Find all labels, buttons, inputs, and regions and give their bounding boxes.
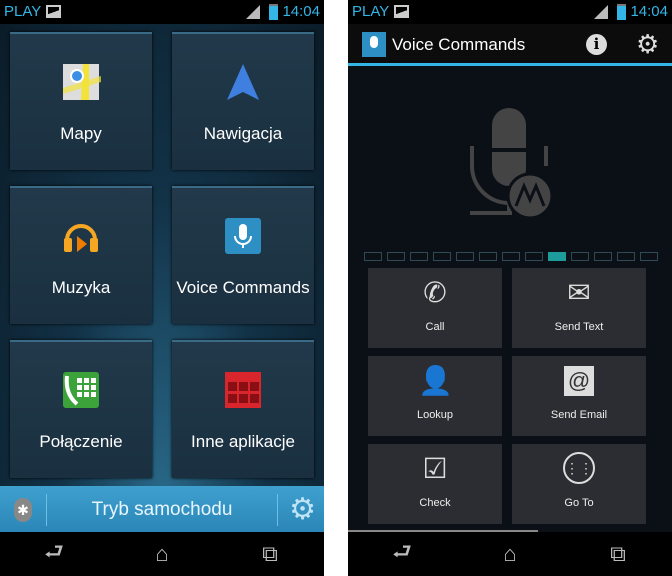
tile-label: Call	[425, 321, 445, 333]
tile-mapy[interactable]: Mapy	[10, 32, 152, 170]
home-icon[interactable]: ⌂	[142, 541, 182, 567]
command-call[interactable]: ✆ Call	[368, 268, 502, 348]
tile-polaczenie[interactable]: Połączenie	[10, 340, 152, 478]
image-notification-icon	[46, 5, 61, 18]
tile-label: Check	[419, 497, 451, 509]
status-bar: PLAY 14:04	[348, 0, 672, 24]
music-icon	[64, 224, 98, 252]
tile-nawigacja[interactable]: Nawigacja	[172, 32, 314, 170]
command-go-to[interactable]: ⋮⋮ Go To	[512, 444, 646, 524]
phone-icon: ✆	[423, 277, 447, 308]
home-icon[interactable]: ⌂	[490, 541, 530, 567]
envelope-icon: ✉	[567, 277, 591, 308]
person-icon: 👤	[418, 365, 453, 396]
maps-icon	[63, 64, 101, 100]
page-dot	[617, 252, 635, 261]
checkbox-icon: ☑	[422, 453, 448, 484]
battery-icon	[617, 4, 626, 20]
page-dot	[364, 252, 382, 261]
settings-gear-icon[interactable]: ⚙	[636, 29, 659, 60]
page-dot	[594, 252, 612, 261]
back-icon[interactable]: ⮐	[382, 535, 422, 573]
tile-inne-aplikacje[interactable]: Inne aplikacje	[172, 340, 314, 478]
navigation-bar: ⮐ ⌂ ⧉	[0, 532, 324, 576]
page-dot	[502, 252, 520, 261]
command-send-text[interactable]: ✉ Send Text	[512, 268, 646, 348]
carrier-label: PLAY	[4, 3, 42, 20]
settings-gear-icon[interactable]: ⚙	[289, 492, 316, 527]
tile-label: Go To	[564, 497, 594, 509]
navigation-bar: ⮐ ⌂ ⧉	[348, 532, 672, 576]
battery-icon	[269, 4, 278, 20]
phone-dialer-icon	[63, 372, 99, 408]
tile-label: Mapy	[60, 124, 102, 143]
tile-label: Inne aplikacje	[191, 432, 295, 451]
tile-label: Muzyka	[51, 278, 111, 297]
page-dot	[410, 252, 428, 261]
page-dot	[387, 252, 405, 261]
command-send-email[interactable]: @ Send Email	[512, 356, 646, 436]
car-mode-screen: PLAY 14:04 Mapy Nawigacja Muzyka Voice C…	[0, 0, 324, 576]
voice-commands-icon	[225, 218, 261, 254]
tile-voice-commands[interactable]: Voice Commands	[172, 186, 314, 324]
car-mode-bar: ✱ Tryb samochodu ⚙	[0, 486, 324, 532]
page-dot	[640, 252, 658, 261]
command-check[interactable]: ☑ Check	[368, 444, 502, 524]
page-dot	[433, 252, 451, 261]
recent-apps-icon[interactable]: ⧉	[250, 541, 290, 567]
status-bar: PLAY 14:04	[0, 0, 324, 24]
signal-icon	[594, 5, 608, 19]
page-dot	[479, 252, 497, 261]
tile-label: Send Email	[550, 409, 608, 421]
divider	[46, 494, 47, 526]
voice-commands-screen: PLAY 14:04 Voice Commands i ⚙ ✆ Call ✉ Sen…	[348, 0, 672, 576]
tile-label: Voice Commands	[176, 278, 310, 297]
action-bar: Voice Commands i ⚙	[348, 24, 672, 66]
app-title: Voice Commands	[392, 35, 526, 54]
page-dot	[525, 252, 543, 261]
motorola-microphone-icon[interactable]	[468, 108, 558, 218]
tile-muzyka[interactable]: Muzyka	[10, 186, 152, 324]
voice-commands-app-icon	[362, 32, 386, 57]
tile-label: Nawigacja	[203, 124, 283, 143]
tile-label: Połączenie	[39, 432, 123, 451]
divider	[277, 494, 278, 526]
command-lookup[interactable]: 👤 Lookup	[368, 356, 502, 436]
clock: 14:04	[282, 3, 320, 20]
car-mode-title[interactable]: Tryb samochodu	[48, 499, 276, 521]
recent-apps-icon[interactable]: ⧉	[598, 541, 638, 567]
page-dot	[456, 252, 474, 261]
back-icon[interactable]: ⮐	[34, 535, 74, 573]
image-notification-icon	[394, 5, 409, 18]
apps-grid-icon: ⋮⋮	[563, 452, 595, 484]
page-dot	[548, 252, 566, 261]
email-stamp-icon: @	[564, 366, 594, 396]
tile-label: Send Text	[554, 321, 604, 333]
bluetooth-icon[interactable]: ✱	[14, 498, 32, 522]
apps-icon	[225, 372, 261, 408]
navigation-icon	[227, 64, 259, 100]
tile-label: Lookup	[416, 409, 454, 421]
page-indicator	[364, 252, 658, 261]
carrier-label: PLAY	[352, 3, 390, 20]
info-icon[interactable]: i	[586, 34, 607, 55]
signal-icon	[246, 5, 260, 19]
page-dot	[571, 252, 589, 261]
clock: 14:04	[630, 3, 668, 20]
